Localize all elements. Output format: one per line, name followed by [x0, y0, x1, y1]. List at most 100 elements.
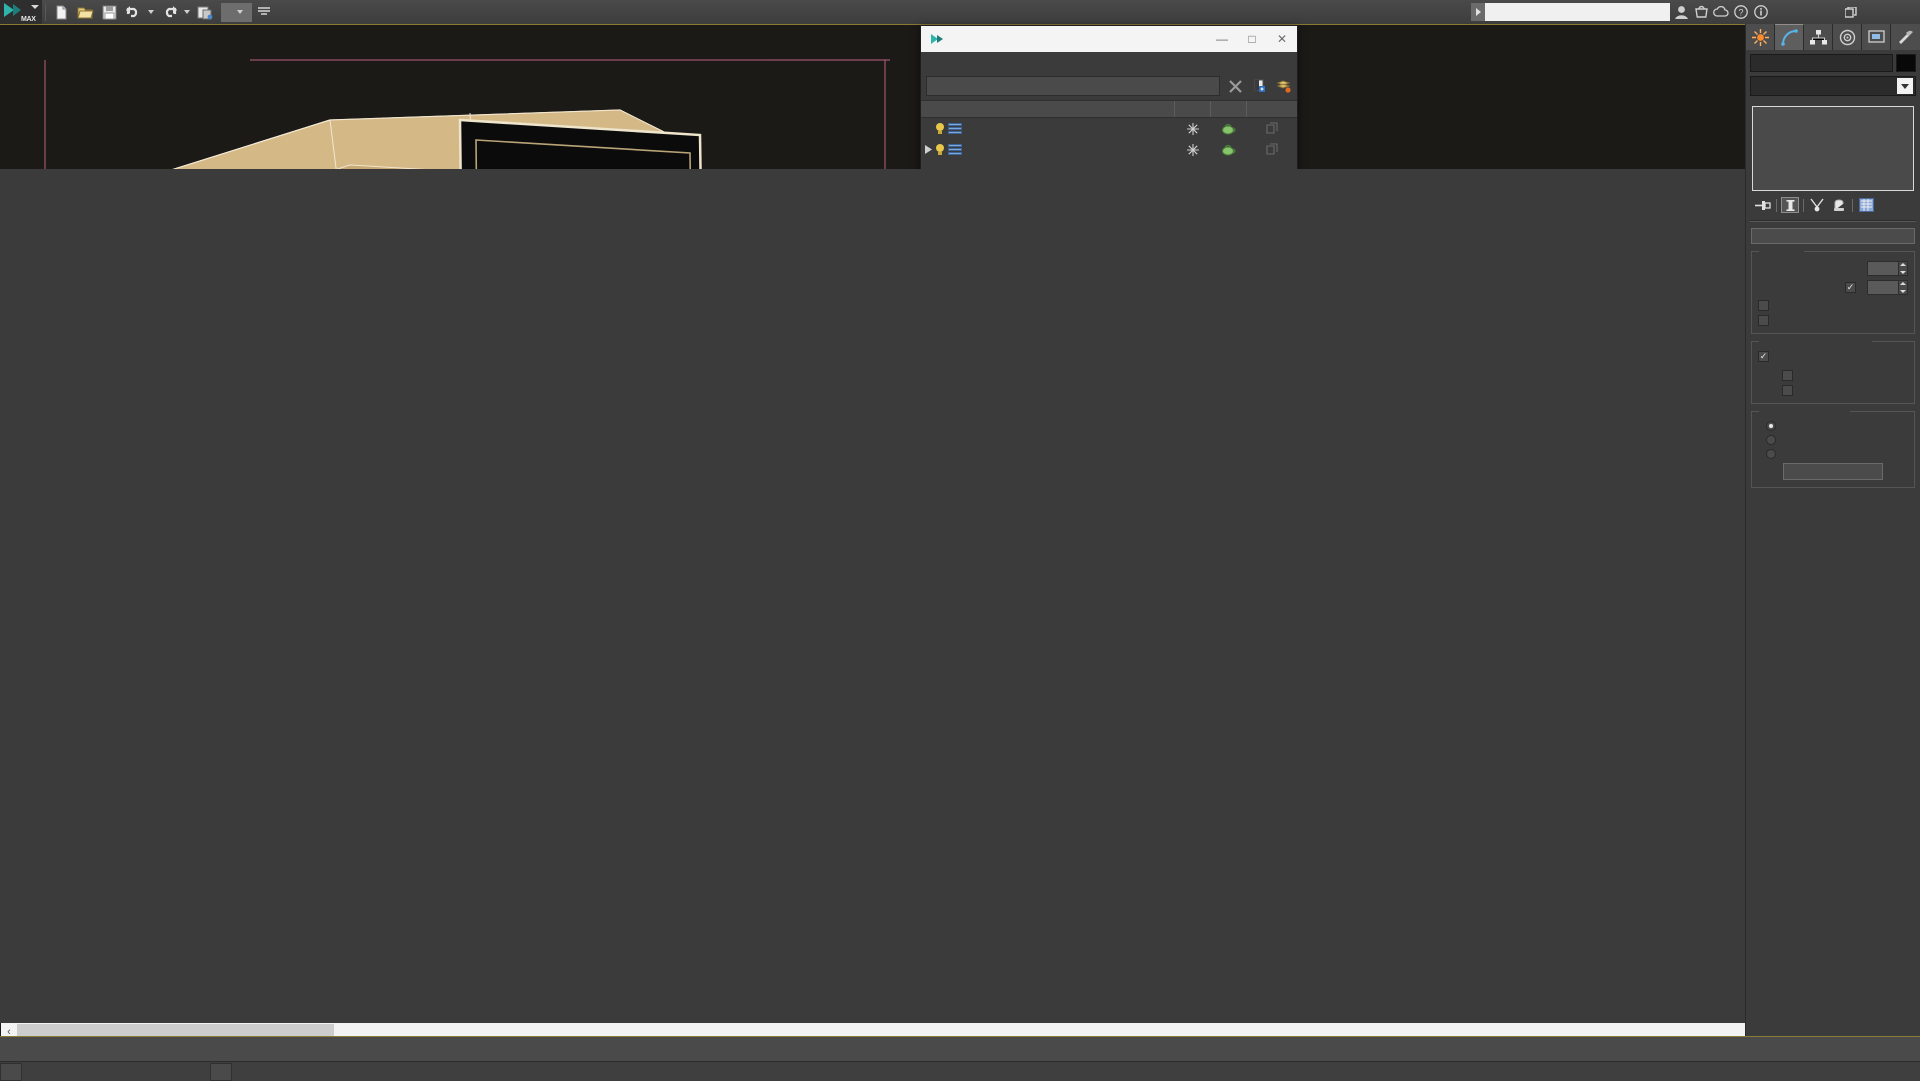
previous-frame-button[interactable] — [0, 1063, 22, 1081]
scene-explorer-search-row — [921, 72, 1297, 100]
signin-icon[interactable] — [1672, 2, 1690, 21]
smoothing-groups-checkbox[interactable] — [1782, 385, 1793, 396]
always-radio-row[interactable] — [1758, 421, 1908, 431]
update-options-group — [1751, 411, 1915, 488]
help-icon[interactable]: ? — [1732, 2, 1750, 21]
info-icon[interactable] — [1752, 2, 1770, 21]
undo-dropdown-caret[interactable] — [148, 10, 154, 14]
exchange-app-store-icon[interactable] — [1692, 2, 1710, 21]
command-panel[interactable]: ✓ ✓ — [1745, 24, 1920, 1036]
tab-motion[interactable] — [1833, 24, 1862, 50]
scene-explorer-search-input[interactable] — [926, 76, 1220, 96]
freeze-toggle-icon[interactable] — [1175, 123, 1211, 135]
3dsmax-logo-icon[interactable]: MAX — [0, 0, 42, 24]
iterations-field[interactable] — [1867, 261, 1899, 276]
isoline-display-checkbox[interactable] — [1758, 300, 1769, 311]
se-col-freeze[interactable] — [1175, 101, 1211, 117]
undo-icon[interactable] — [121, 2, 145, 22]
render-toggle-icon[interactable] — [1211, 144, 1247, 156]
command-panel-tabs — [1746, 24, 1920, 50]
light-bulb-icon[interactable] — [935, 123, 945, 135]
toolbar-separator — [1852, 199, 1853, 212]
save-file-icon[interactable] — [97, 2, 121, 22]
tab-create[interactable] — [1746, 24, 1775, 50]
smooth-result-row[interactable]: ✓ — [1758, 351, 1908, 362]
manually-radio-row[interactable] — [1758, 449, 1908, 459]
svg-text:?: ? — [1738, 7, 1743, 17]
toolbar-separator — [1776, 199, 1777, 212]
layer-row[interactable] — [921, 118, 1297, 139]
chevron-down-icon[interactable] — [1897, 78, 1913, 94]
workspace-caret-icon[interactable] — [237, 10, 243, 14]
layer-row[interactable] — [921, 139, 1297, 160]
next-frame-button[interactable] — [210, 1063, 232, 1081]
redo-icon[interactable] — [157, 2, 181, 22]
scene-explorer-minimize[interactable]: — — [1207, 26, 1237, 52]
workspace-selector[interactable] — [221, 3, 252, 22]
update-button[interactable] — [1783, 463, 1883, 480]
turbosmooth-rollout-header[interactable] — [1751, 228, 1915, 244]
render-iters-row: ✓ — [1758, 280, 1908, 295]
cloud-icon[interactable] — [1712, 2, 1730, 21]
tab-modify[interactable] — [1775, 24, 1804, 50]
panel-divider — [1750, 220, 1916, 222]
se-col-display[interactable] — [1247, 101, 1297, 117]
tab-utilities[interactable] — [1891, 24, 1920, 50]
layer-options-icon[interactable] — [1274, 77, 1292, 95]
minimize-button[interactable] — [1782, 0, 1828, 24]
render-iters-field[interactable] — [1867, 280, 1899, 295]
window-controls — [1782, 0, 1920, 24]
time-slider-bar[interactable] — [0, 1061, 1920, 1081]
se-col-render[interactable] — [1211, 101, 1247, 117]
open-file-icon[interactable] — [73, 2, 97, 22]
explicit-normals-checkbox[interactable] — [1758, 315, 1769, 326]
smoothing-groups-row[interactable] — [1758, 385, 1908, 396]
scene-explorer-title-bar[interactable]: — □ ✕ — [921, 26, 1297, 52]
viewport-statistics — [14, 83, 48, 109]
scene-explorer-close[interactable]: ✕ — [1267, 26, 1297, 52]
expand-arrow-icon[interactable] — [921, 145, 935, 154]
pin-stack-icon[interactable] — [1754, 197, 1772, 213]
when-rendering-radio-row[interactable] — [1758, 435, 1908, 445]
display-toggle-icon[interactable] — [1247, 122, 1297, 136]
maximize-button[interactable] — [1828, 0, 1874, 24]
object-color-swatch[interactable] — [1896, 54, 1916, 72]
render-toggle-icon[interactable] — [1211, 123, 1247, 135]
explicit-normals-row[interactable] — [1758, 315, 1908, 326]
light-bulb-icon[interactable] — [935, 144, 945, 156]
tab-hierarchy[interactable] — [1804, 24, 1833, 50]
manually-radio — [1766, 449, 1776, 459]
show-end-result-icon[interactable] — [1781, 197, 1799, 213]
workspace-menu-icon[interactable] — [252, 2, 276, 22]
scene-explorer-maximize[interactable]: □ — [1237, 26, 1267, 52]
sfs-object-list[interactable] — [0, 169, 1920, 1023]
redo-dropdown-caret[interactable] — [184, 10, 190, 14]
materials-checkbox[interactable] — [1782, 370, 1793, 381]
project-folder-icon[interactable] — [193, 2, 217, 22]
search-input[interactable] — [1485, 3, 1670, 21]
materials-row[interactable] — [1758, 370, 1908, 381]
remove-modifier-icon[interactable] — [1830, 197, 1848, 213]
clear-search-icon[interactable] — [1226, 77, 1244, 95]
freeze-toggle-icon[interactable] — [1175, 144, 1211, 156]
smooth-result-checkbox[interactable]: ✓ — [1758, 351, 1769, 362]
se-col-name[interactable] — [921, 101, 1175, 117]
iterations-spinner[interactable] — [1899, 261, 1908, 276]
configure-modifier-sets-icon[interactable] — [1857, 197, 1875, 213]
modifier-stack[interactable] — [1752, 106, 1914, 191]
new-file-icon[interactable] — [49, 2, 73, 22]
modifier-list-dropdown[interactable] — [1750, 76, 1916, 96]
search-expand-icon[interactable] — [1471, 3, 1485, 21]
tab-display[interactable] — [1862, 24, 1891, 50]
turbosmooth-rollout[interactable]: ✓ ✓ — [1751, 228, 1915, 488]
display-toggle-icon[interactable] — [1247, 143, 1297, 157]
render-iters-checkbox[interactable]: ✓ — [1845, 282, 1856, 293]
render-iters-spinner[interactable] — [1899, 280, 1908, 295]
always-radio — [1766, 421, 1776, 431]
object-name-field[interactable] — [1750, 54, 1893, 72]
new-layer-icon[interactable] — [1250, 77, 1268, 95]
isoline-row[interactable] — [1758, 300, 1908, 311]
close-button[interactable] — [1874, 0, 1920, 24]
make-unique-icon[interactable] — [1808, 197, 1826, 213]
surface-parameters-group: ✓ — [1751, 341, 1915, 404]
